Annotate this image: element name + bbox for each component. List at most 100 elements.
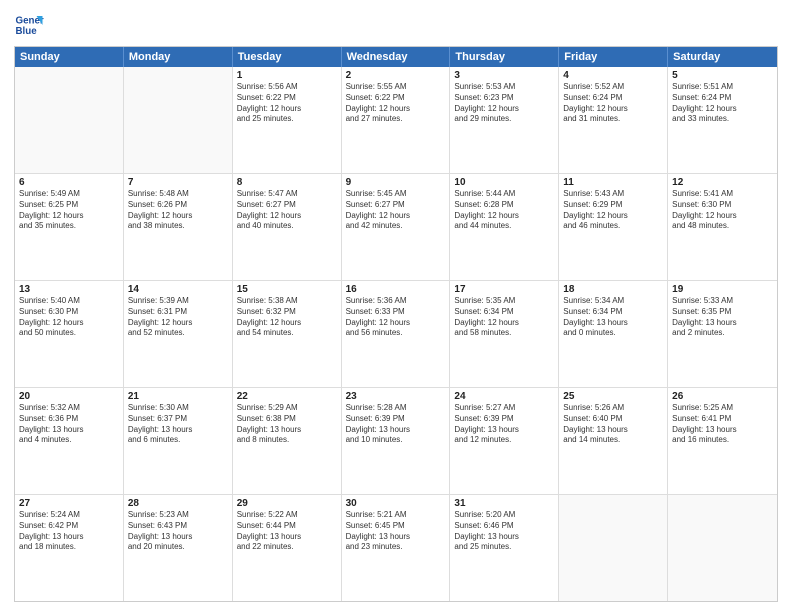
calendar-cell: 26Sunrise: 5:25 AMSunset: 6:41 PMDayligh… xyxy=(668,388,777,494)
calendar: SundayMondayTuesdayWednesdayThursdayFrid… xyxy=(14,46,778,602)
day-number: 14 xyxy=(128,284,228,295)
day-number: 4 xyxy=(563,70,663,81)
day-number: 26 xyxy=(672,391,773,402)
calendar-cell: 21Sunrise: 5:30 AMSunset: 6:37 PMDayligh… xyxy=(124,388,233,494)
cell-details: Sunrise: 5:24 AMSunset: 6:42 PMDaylight:… xyxy=(19,510,119,553)
calendar-cell: 9Sunrise: 5:45 AMSunset: 6:27 PMDaylight… xyxy=(342,174,451,280)
header: General Blue xyxy=(14,10,778,40)
calendar-cell: 7Sunrise: 5:48 AMSunset: 6:26 PMDaylight… xyxy=(124,174,233,280)
cell-details: Sunrise: 5:55 AMSunset: 6:22 PMDaylight:… xyxy=(346,82,446,125)
day-number: 3 xyxy=(454,70,554,81)
day-number: 15 xyxy=(237,284,337,295)
cell-details: Sunrise: 5:28 AMSunset: 6:39 PMDaylight:… xyxy=(346,403,446,446)
cell-details: Sunrise: 5:52 AMSunset: 6:24 PMDaylight:… xyxy=(563,82,663,125)
day-number: 1 xyxy=(237,70,337,81)
calendar-cell: 1Sunrise: 5:56 AMSunset: 6:22 PMDaylight… xyxy=(233,67,342,173)
day-number: 28 xyxy=(128,498,228,509)
cell-details: Sunrise: 5:25 AMSunset: 6:41 PMDaylight:… xyxy=(672,403,773,446)
calendar-cell: 11Sunrise: 5:43 AMSunset: 6:29 PMDayligh… xyxy=(559,174,668,280)
cell-details: Sunrise: 5:27 AMSunset: 6:39 PMDaylight:… xyxy=(454,403,554,446)
calendar-cell: 15Sunrise: 5:38 AMSunset: 6:32 PMDayligh… xyxy=(233,281,342,387)
day-number: 11 xyxy=(563,177,663,188)
calendar-cell: 20Sunrise: 5:32 AMSunset: 6:36 PMDayligh… xyxy=(15,388,124,494)
cell-details: Sunrise: 5:29 AMSunset: 6:38 PMDaylight:… xyxy=(237,403,337,446)
calendar-cell: 12Sunrise: 5:41 AMSunset: 6:30 PMDayligh… xyxy=(668,174,777,280)
day-number: 5 xyxy=(672,70,773,81)
cell-details: Sunrise: 5:23 AMSunset: 6:43 PMDaylight:… xyxy=(128,510,228,553)
day-number: 20 xyxy=(19,391,119,402)
calendar-cell: 30Sunrise: 5:21 AMSunset: 6:45 PMDayligh… xyxy=(342,495,451,601)
day-number: 30 xyxy=(346,498,446,509)
cell-details: Sunrise: 5:56 AMSunset: 6:22 PMDaylight:… xyxy=(237,82,337,125)
calendar-cell: 14Sunrise: 5:39 AMSunset: 6:31 PMDayligh… xyxy=(124,281,233,387)
cell-details: Sunrise: 5:38 AMSunset: 6:32 PMDaylight:… xyxy=(237,296,337,339)
logo: General Blue xyxy=(14,10,44,40)
day-number: 2 xyxy=(346,70,446,81)
calendar-row: 13Sunrise: 5:40 AMSunset: 6:30 PMDayligh… xyxy=(15,281,777,388)
cell-details: Sunrise: 5:30 AMSunset: 6:37 PMDaylight:… xyxy=(128,403,228,446)
calendar-cell: 4Sunrise: 5:52 AMSunset: 6:24 PMDaylight… xyxy=(559,67,668,173)
cell-details: Sunrise: 5:44 AMSunset: 6:28 PMDaylight:… xyxy=(454,189,554,232)
cell-details: Sunrise: 5:35 AMSunset: 6:34 PMDaylight:… xyxy=(454,296,554,339)
calendar-cell: 10Sunrise: 5:44 AMSunset: 6:28 PMDayligh… xyxy=(450,174,559,280)
cell-details: Sunrise: 5:45 AMSunset: 6:27 PMDaylight:… xyxy=(346,189,446,232)
calendar-cell: 8Sunrise: 5:47 AMSunset: 6:27 PMDaylight… xyxy=(233,174,342,280)
cell-details: Sunrise: 5:34 AMSunset: 6:34 PMDaylight:… xyxy=(563,296,663,339)
day-number: 18 xyxy=(563,284,663,295)
calendar-cell: 16Sunrise: 5:36 AMSunset: 6:33 PMDayligh… xyxy=(342,281,451,387)
cell-details: Sunrise: 5:33 AMSunset: 6:35 PMDaylight:… xyxy=(672,296,773,339)
day-number: 10 xyxy=(454,177,554,188)
cell-details: Sunrise: 5:36 AMSunset: 6:33 PMDaylight:… xyxy=(346,296,446,339)
calendar-cell: 18Sunrise: 5:34 AMSunset: 6:34 PMDayligh… xyxy=(559,281,668,387)
day-number: 25 xyxy=(563,391,663,402)
calendar-cell: 13Sunrise: 5:40 AMSunset: 6:30 PMDayligh… xyxy=(15,281,124,387)
calendar-body: 1Sunrise: 5:56 AMSunset: 6:22 PMDaylight… xyxy=(15,67,777,601)
logo-icon: General Blue xyxy=(14,10,44,40)
calendar-header: SundayMondayTuesdayWednesdayThursdayFrid… xyxy=(15,47,777,67)
calendar-cell xyxy=(668,495,777,601)
page: General Blue SundayMondayTuesdayWednesda… xyxy=(0,0,792,612)
cell-details: Sunrise: 5:47 AMSunset: 6:27 PMDaylight:… xyxy=(237,189,337,232)
calendar-cell: 29Sunrise: 5:22 AMSunset: 6:44 PMDayligh… xyxy=(233,495,342,601)
day-header-monday: Monday xyxy=(124,47,233,67)
day-number: 16 xyxy=(346,284,446,295)
cell-details: Sunrise: 5:53 AMSunset: 6:23 PMDaylight:… xyxy=(454,82,554,125)
cell-details: Sunrise: 5:40 AMSunset: 6:30 PMDaylight:… xyxy=(19,296,119,339)
day-number: 9 xyxy=(346,177,446,188)
calendar-cell: 5Sunrise: 5:51 AMSunset: 6:24 PMDaylight… xyxy=(668,67,777,173)
day-header-sunday: Sunday xyxy=(15,47,124,67)
calendar-cell: 17Sunrise: 5:35 AMSunset: 6:34 PMDayligh… xyxy=(450,281,559,387)
cell-details: Sunrise: 5:21 AMSunset: 6:45 PMDaylight:… xyxy=(346,510,446,553)
cell-details: Sunrise: 5:20 AMSunset: 6:46 PMDaylight:… xyxy=(454,510,554,553)
day-number: 19 xyxy=(672,284,773,295)
day-header-wednesday: Wednesday xyxy=(342,47,451,67)
day-header-saturday: Saturday xyxy=(668,47,777,67)
cell-details: Sunrise: 5:48 AMSunset: 6:26 PMDaylight:… xyxy=(128,189,228,232)
day-number: 29 xyxy=(237,498,337,509)
cell-details: Sunrise: 5:39 AMSunset: 6:31 PMDaylight:… xyxy=(128,296,228,339)
day-header-tuesday: Tuesday xyxy=(233,47,342,67)
calendar-row: 6Sunrise: 5:49 AMSunset: 6:25 PMDaylight… xyxy=(15,174,777,281)
cell-details: Sunrise: 5:49 AMSunset: 6:25 PMDaylight:… xyxy=(19,189,119,232)
day-number: 12 xyxy=(672,177,773,188)
cell-details: Sunrise: 5:22 AMSunset: 6:44 PMDaylight:… xyxy=(237,510,337,553)
day-number: 21 xyxy=(128,391,228,402)
calendar-cell: 23Sunrise: 5:28 AMSunset: 6:39 PMDayligh… xyxy=(342,388,451,494)
calendar-row: 20Sunrise: 5:32 AMSunset: 6:36 PMDayligh… xyxy=(15,388,777,495)
calendar-cell: 19Sunrise: 5:33 AMSunset: 6:35 PMDayligh… xyxy=(668,281,777,387)
day-number: 31 xyxy=(454,498,554,509)
cell-details: Sunrise: 5:41 AMSunset: 6:30 PMDaylight:… xyxy=(672,189,773,232)
calendar-cell: 24Sunrise: 5:27 AMSunset: 6:39 PMDayligh… xyxy=(450,388,559,494)
day-number: 6 xyxy=(19,177,119,188)
calendar-cell xyxy=(15,67,124,173)
cell-details: Sunrise: 5:43 AMSunset: 6:29 PMDaylight:… xyxy=(563,189,663,232)
calendar-cell: 3Sunrise: 5:53 AMSunset: 6:23 PMDaylight… xyxy=(450,67,559,173)
calendar-cell: 28Sunrise: 5:23 AMSunset: 6:43 PMDayligh… xyxy=(124,495,233,601)
day-number: 27 xyxy=(19,498,119,509)
calendar-row: 1Sunrise: 5:56 AMSunset: 6:22 PMDaylight… xyxy=(15,67,777,174)
day-number: 17 xyxy=(454,284,554,295)
calendar-row: 27Sunrise: 5:24 AMSunset: 6:42 PMDayligh… xyxy=(15,495,777,601)
calendar-cell: 22Sunrise: 5:29 AMSunset: 6:38 PMDayligh… xyxy=(233,388,342,494)
cell-details: Sunrise: 5:26 AMSunset: 6:40 PMDaylight:… xyxy=(563,403,663,446)
calendar-cell xyxy=(559,495,668,601)
